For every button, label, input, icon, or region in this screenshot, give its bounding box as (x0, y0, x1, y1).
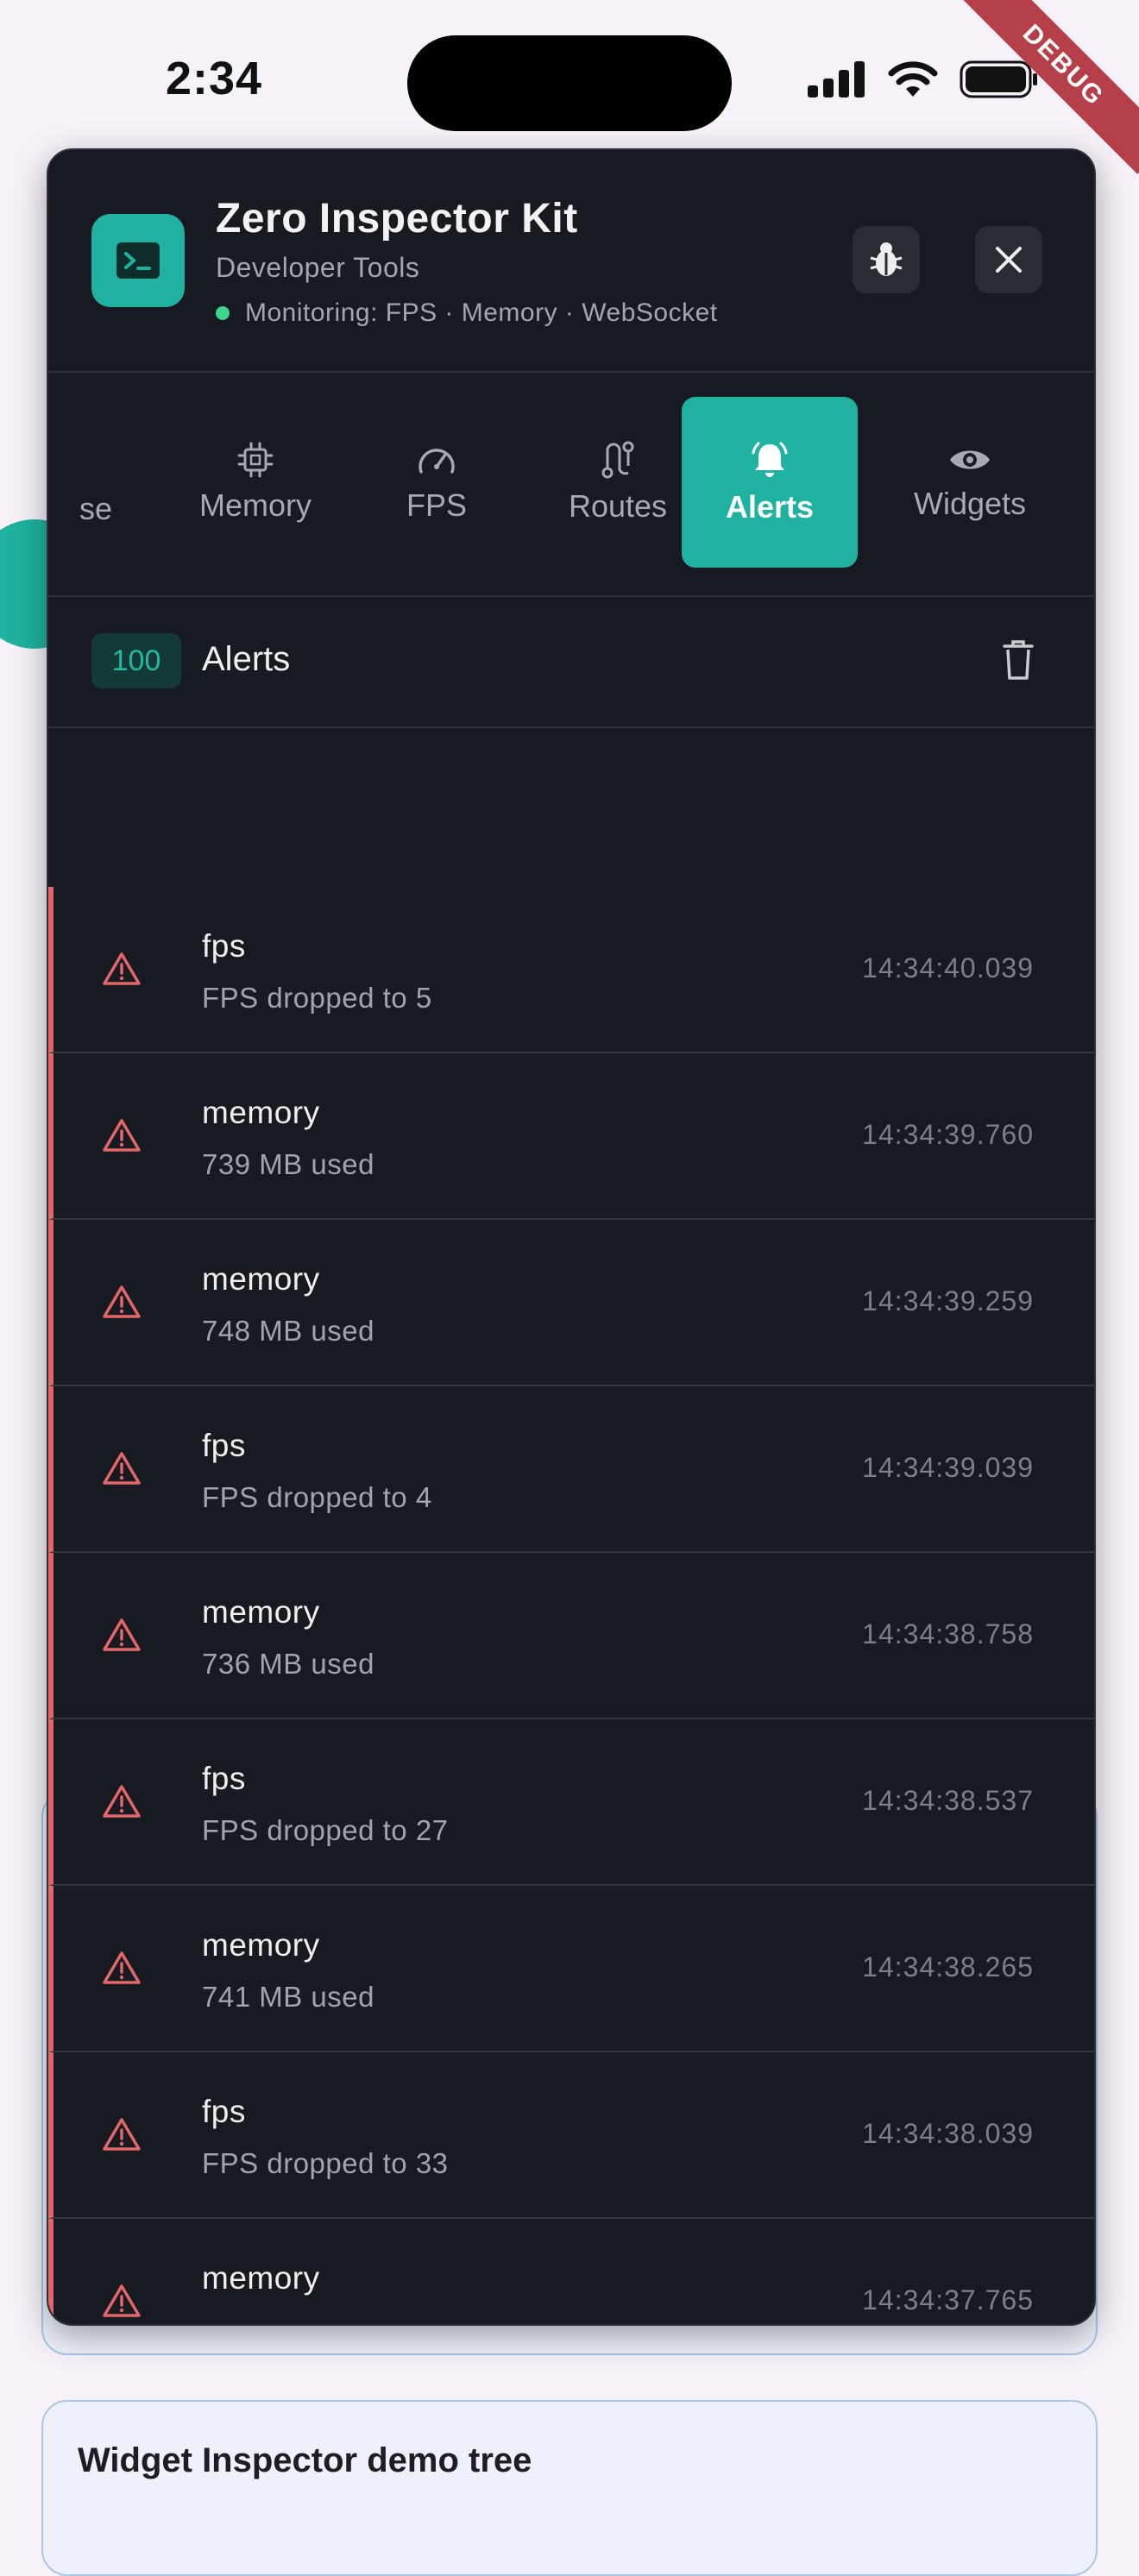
widget-inspector-card: Widget Inspector demo tree (41, 2400, 1098, 2576)
alert-row[interactable]: memory 741 MB used 14:34:38.265 (48, 1886, 1094, 2052)
alert-timestamp: 14:34:39.760 (862, 1119, 1034, 1150)
warning-icon (103, 1618, 141, 1651)
panel-header: Zero Inspector Kit Developer Tools Monit… (48, 150, 1094, 373)
bug-button[interactable] (853, 226, 920, 293)
alert-timestamp: 14:34:37.765 (862, 2284, 1034, 2315)
alert-message: FPS dropped to 5 (202, 982, 432, 1014)
route-icon (601, 441, 634, 479)
warning-icon (103, 1785, 141, 1818)
close-button[interactable] (975, 226, 1042, 293)
alert-type: fps (202, 1761, 246, 1796)
alert-row[interactable]: fps FPS dropped to 27 14:34:38.537 (48, 1719, 1094, 1886)
warning-icon (103, 952, 141, 985)
alert-type: fps (202, 1428, 246, 1463)
alert-type: fps (202, 928, 246, 964)
bug-icon (870, 242, 903, 276)
tab-alerts[interactable]: Alerts (682, 397, 858, 568)
alert-type: memory (202, 1261, 320, 1297)
eye-icon (950, 450, 990, 469)
alert-timestamp: 14:34:38.537 (862, 1785, 1034, 1816)
alert-type: memory (202, 2260, 320, 2296)
alert-message: 736 MB used (202, 1648, 374, 1680)
tab-bar: se Memory FPS Routes Alerts Widgets (48, 371, 1094, 597)
warning-icon (103, 1119, 141, 1152)
tab-widgets[interactable]: Widgets (884, 397, 1056, 568)
alert-row[interactable]: memory 739 MB used 14:34:39.760 (48, 1053, 1094, 1220)
alert-row[interactable]: fps FPS dropped to 33 14:34:38.039 (48, 2052, 1094, 2219)
tab-label: Alerts (725, 489, 815, 525)
status-icons (806, 60, 1039, 98)
alert-message: 748 MB used (202, 1315, 374, 1347)
tab-label: Routes (568, 488, 668, 524)
bell-icon (752, 442, 788, 477)
alert-type: fps (202, 2094, 246, 2129)
tab-routes[interactable]: Routes (532, 397, 704, 568)
alert-row[interactable]: memory 748 MB used 14:34:39.259 (48, 1220, 1094, 1386)
warning-icon (103, 2284, 141, 2317)
warning-icon (103, 1951, 141, 1984)
tab-label: Memory (198, 487, 311, 523)
battery-icon (960, 60, 1037, 98)
alerts-list: fps FPS dropped to 5 14:34:40.039 memory… (48, 887, 1094, 2324)
alert-message: FPS dropped to 4 (202, 1481, 432, 1513)
alert-message: 741 MB used (202, 1981, 374, 2013)
clear-alerts-button[interactable] (1001, 638, 1035, 686)
alert-timestamp: 14:34:40.039 (862, 952, 1034, 983)
close-icon (996, 247, 1022, 273)
trash-icon (1003, 640, 1034, 680)
alert-type: memory (202, 1095, 320, 1130)
tab-fps[interactable]: FPS (376, 397, 497, 568)
alert-timestamp: 14:34:38.265 (862, 1951, 1034, 1982)
wifi-icon (888, 61, 938, 97)
app-subtitle: Developer Tools (216, 252, 420, 283)
gauge-icon (418, 449, 455, 474)
alerts-title: Alerts (202, 640, 291, 678)
widget-inspector-card-title: Widget Inspector demo tree (78, 2441, 532, 2479)
alert-row[interactable]: memory 736 MB used 14:34:38.758 (48, 1553, 1094, 1719)
alert-timestamp: 14:34:39.039 (862, 1452, 1034, 1483)
alerts-toolbar: 100 Alerts (48, 597, 1094, 728)
alert-message: FPS dropped to 33 (202, 2147, 449, 2179)
monitoring-status: Monitoring: FPS · Memory · WebSocket (216, 298, 718, 328)
signal-icon (808, 61, 865, 97)
tab-label: Widgets (913, 486, 1027, 521)
alert-row[interactable]: memory 14:34:37.765 (48, 2219, 1094, 2324)
tab-memory[interactable]: Memory (178, 397, 333, 568)
tab-partial[interactable]: se (79, 491, 112, 527)
alert-timestamp: 14:34:38.758 (862, 1618, 1034, 1649)
tab-label: FPS (406, 487, 467, 523)
alert-message: FPS dropped to 27 (202, 1814, 449, 1846)
status-dot-icon (216, 306, 230, 320)
warning-icon (103, 1285, 141, 1318)
warning-icon (103, 2118, 141, 2151)
alert-row[interactable]: fps FPS dropped to 4 14:34:39.039 (48, 1386, 1094, 1553)
alert-timestamp: 14:34:38.039 (862, 2118, 1034, 2149)
alert-row[interactable]: fps FPS dropped to 5 14:34:40.039 (48, 887, 1094, 1053)
app-title: Zero Inspector Kit (216, 196, 578, 242)
alert-timestamp: 14:34:39.259 (862, 1285, 1034, 1316)
alert-type: memory (202, 1594, 320, 1630)
inspector-panel: Zero Inspector Kit Developer Tools Monit… (47, 148, 1096, 2326)
terminal-icon (91, 214, 185, 307)
warning-icon (103, 1452, 141, 1485)
alert-type: memory (202, 1927, 320, 1963)
status-time: 2:34 (166, 53, 263, 104)
alert-message: 739 MB used (202, 1148, 374, 1180)
alerts-count-badge: 100 (91, 633, 181, 688)
dynamic-island (407, 35, 732, 131)
chip-icon (237, 442, 274, 478)
monitoring-text: Monitoring: FPS · Memory · WebSocket (245, 298, 718, 327)
